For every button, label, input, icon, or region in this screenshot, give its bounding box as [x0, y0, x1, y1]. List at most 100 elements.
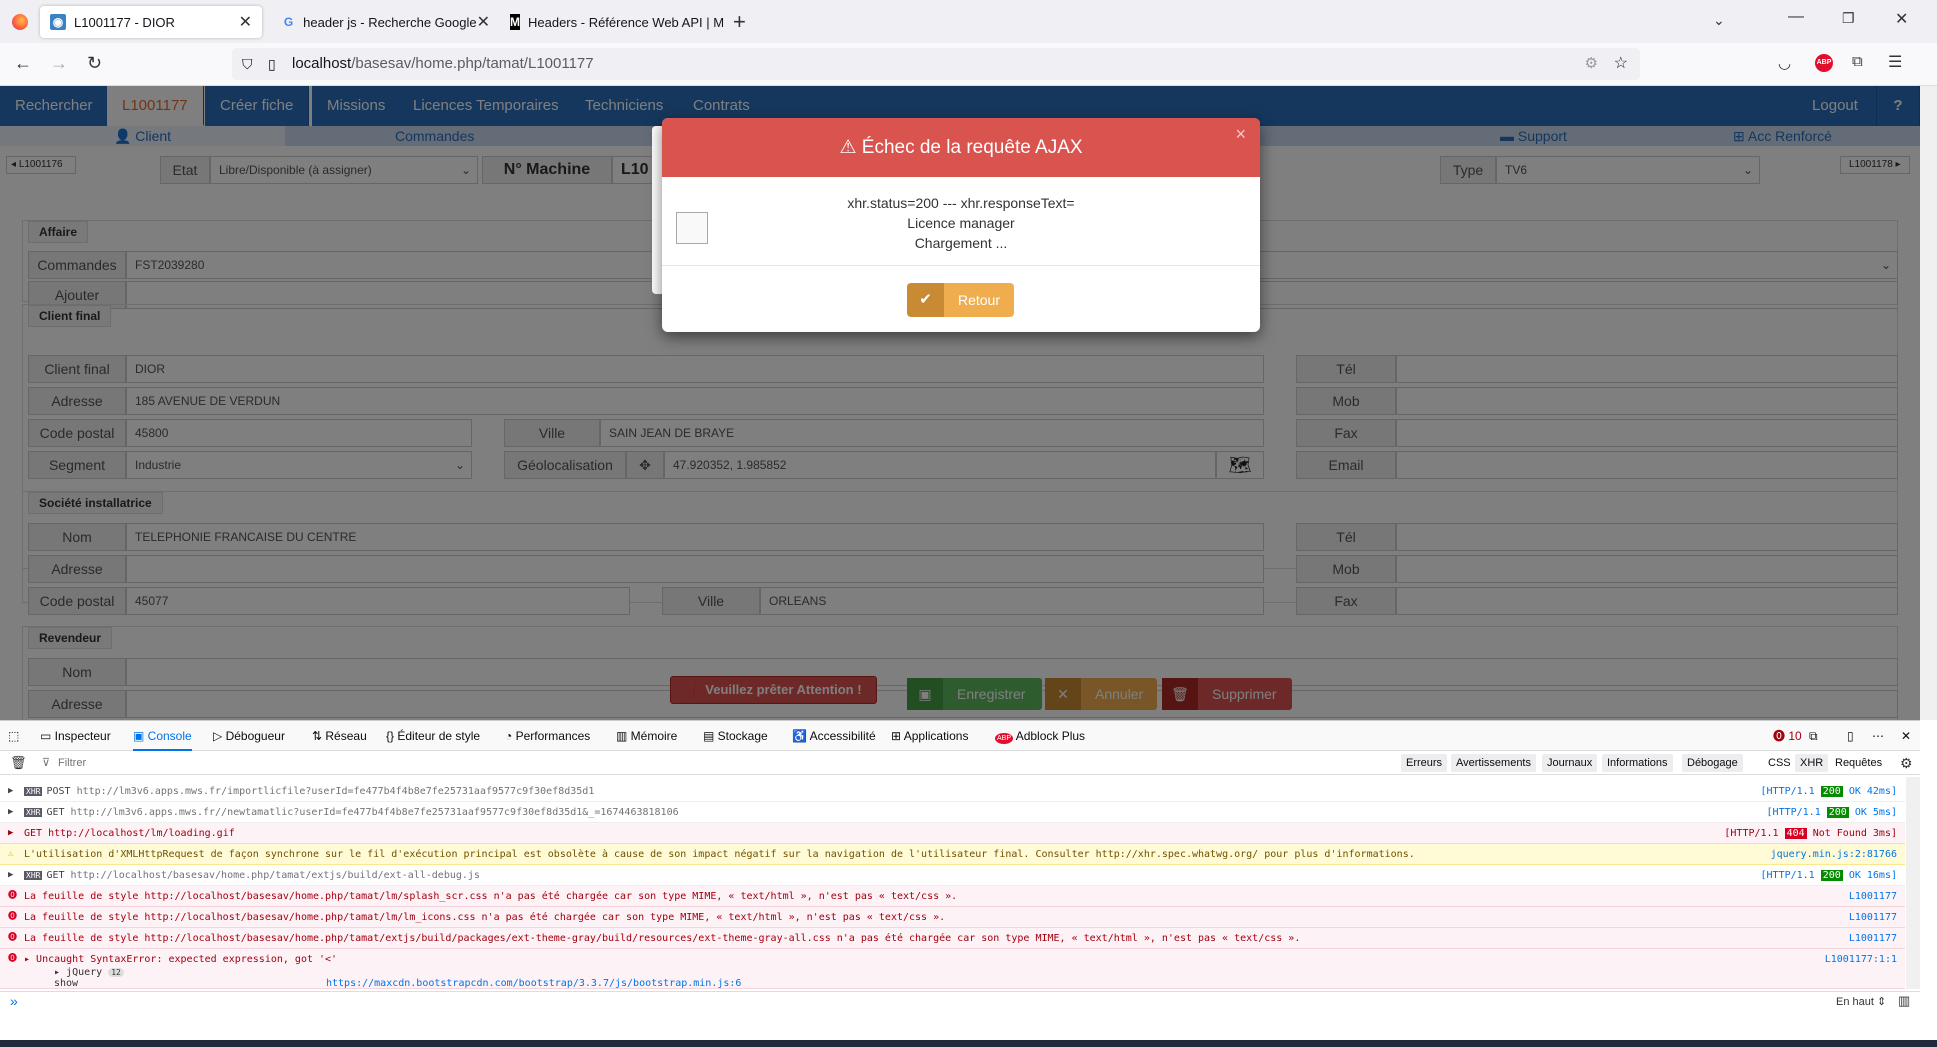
log-row[interactable]: ▶ XHR GET http://localhost/basesav/home.p… [0, 865, 1905, 886]
error-counter[interactable]: ⓿ 10 [1773, 721, 1802, 751]
tab-stockage[interactable]: ▤ Stockage [703, 721, 768, 751]
console-prompt[interactable]: » En haut ⇕ ▥ [0, 991, 1920, 1013]
tab-debogueur[interactable]: ▷ Débogueur [213, 721, 285, 751]
close-tab-icon[interactable]: ✕ [477, 12, 490, 32]
minimize-icon[interactable]: — [1788, 8, 1804, 26]
expand-arrow-icon[interactable]: ▶ [8, 865, 13, 885]
tab-applications[interactable]: ⊞ Applications [891, 721, 968, 751]
reload-icon[interactable]: ↻ [87, 53, 102, 74]
broken-image-icon [676, 212, 708, 244]
forward-icon[interactable]: → [50, 53, 68, 74]
page-scrollbar[interactable] [1920, 86, 1937, 720]
dock-icon[interactable]: ▯ [1847, 721, 1854, 751]
close-window-icon[interactable]: ✕ [1895, 9, 1908, 29]
browser-tab-mdn[interactable]: M Headers - Référence Web API | M [500, 6, 726, 38]
modal-body: xhr.status=200 --- xhr.responseText= Lic… [662, 177, 1260, 266]
close-tab-icon[interactable]: ✕ [239, 12, 252, 32]
tab-title: L1001177 - DIOR [74, 14, 175, 30]
tab-memoire[interactable]: ▥ Mémoire [616, 721, 677, 751]
pick-element-icon[interactable]: ⬚ [8, 721, 19, 751]
pocket-icon[interactable]: ◡ [1778, 54, 1791, 72]
error-icon: ⓿ [1773, 729, 1786, 743]
new-tab-icon[interactable]: + [733, 9, 746, 35]
tab-editeur-style[interactable]: {} Éditeur de style [386, 721, 480, 751]
os-taskbar [0, 1040, 1937, 1047]
browser-tab-dior[interactable]: ◉ L1001177 - DIOR ✕ [40, 6, 262, 38]
retour-label: Retour [944, 283, 1014, 317]
error-icon: ⓿ [8, 912, 18, 922]
list-tabs-icon[interactable]: ⌄ [1713, 12, 1725, 29]
filter-informations[interactable]: Informations [1602, 754, 1673, 772]
modal-line-title: Licence manager [907, 215, 1015, 231]
page-icon[interactable]: ▯ [268, 48, 276, 80]
browser-tab-bar: ◉ L1001177 - DIOR ✕ G header js - Recher… [0, 0, 1937, 43]
checkmark-icon: ✔ [907, 283, 944, 317]
log-row[interactable]: ⓿ La feuille de style http://localhost/b… [0, 886, 1905, 907]
filter-avertissements[interactable]: Avertissements [1451, 754, 1536, 772]
trash-icon[interactable]: 🗑 [10, 751, 27, 775]
shield-icon[interactable]: ⛉ [242, 48, 253, 80]
expand-arrow-icon[interactable]: ▶ [8, 802, 13, 822]
tab-console[interactable]: ▣ Console [133, 721, 192, 751]
log-row[interactable]: ▶ XHR GET http://lm3v6.apps.mws.fr//newta… [0, 802, 1905, 823]
modal-header: ⚠ Échec de la requête AJAX [662, 118, 1260, 177]
modal-title: Échec de la requête AJAX [861, 137, 1083, 158]
responsive-icon[interactable]: ⧉ [1809, 721, 1818, 751]
browser-tab-google[interactable]: G header js - Recherche Google ✕ [272, 6, 500, 38]
tab-performances[interactable]: ◔ Performances [505, 721, 590, 751]
log-row[interactable]: ⚠ L'utilisation d'XMLHttpRequest de faço… [0, 844, 1905, 865]
error-icon: ⓿ [8, 891, 18, 901]
log-row[interactable]: ▶ XHR POST http://lm3v6.apps.mws.fr/impor… [0, 781, 1905, 802]
retour-button[interactable]: ✔ Retour [907, 283, 1014, 317]
tab-reseau[interactable]: ⇅ Réseau [312, 721, 367, 751]
filter-xhr[interactable]: XHR [1795, 754, 1829, 772]
back-icon[interactable]: ← [14, 53, 32, 74]
devtools-panel: ⬚ ▭ Inspecteur ▣ Console ▷ Débogueur ⇅ R… [0, 720, 1920, 1047]
filter-icon: ⊽ [42, 757, 51, 769]
log-row[interactable]: ⓿ ▸ Uncaught SyntaxError: expected expre… [0, 949, 1905, 989]
filter-input[interactable]: Filtrer [58, 751, 86, 775]
filter-requetes[interactable]: Requêtes [1830, 754, 1887, 772]
settings-gear-icon[interactable]: ⚙ [1900, 751, 1913, 775]
extension-icon[interactable]: ⚙ [1585, 48, 1598, 80]
en-haut-select[interactable]: En haut ⇕ [1836, 995, 1886, 1008]
expand-arrow-icon[interactable]: ▶ [8, 823, 13, 843]
extensions-icon[interactable]: ⧉ [1852, 53, 1863, 70]
modal-line-loading: Chargement ... [914, 235, 1008, 251]
tab-accessibilite[interactable]: ♿ Accessibilité [792, 721, 876, 751]
modal-line-status: xhr.status=200 --- xhr.responseText= [847, 195, 1075, 211]
log-row[interactable]: ⓿ La feuille de style http://localhost/b… [0, 928, 1905, 949]
expand-arrow-icon[interactable]: ▶ [8, 781, 13, 801]
url-path: /basesav/home.php/tamat/L1001177 [351, 55, 594, 72]
tab-adblock-plus[interactable]: ABP Adblock Plus [995, 721, 1085, 751]
mdn-icon: M [510, 14, 520, 30]
filter-debogage[interactable]: Débogage [1682, 754, 1743, 772]
filter-css[interactable]: CSS [1763, 754, 1796, 772]
log-row[interactable]: ⓿ La feuille de style http://localhost/b… [0, 907, 1905, 928]
trace-show: show [54, 978, 79, 989]
close-icon[interactable]: × [1235, 124, 1246, 145]
site-favicon-icon: ◉ [50, 14, 66, 30]
more-icon[interactable]: ⋯ [1872, 721, 1884, 751]
bookmark-star-icon[interactable]: ☆ [1614, 48, 1628, 80]
menu-icon[interactable]: ☰ [1888, 52, 1902, 72]
url-bar[interactable]: ⛉ ▯ localhost/basesav/home.php/tamat/L10… [232, 48, 1640, 80]
adblock-icon[interactable]: ABP [1815, 54, 1833, 72]
tab-title: header js - Recherche Google [303, 14, 477, 30]
filter-erreurs[interactable]: Erreurs [1401, 754, 1448, 772]
error-icon: ⓿ [8, 933, 18, 943]
tab-inspecteur[interactable]: ▭ Inspecteur [40, 721, 111, 751]
console-filter-bar: 🗑 ⊽ Filtrer Erreurs Avertissements Journ… [0, 751, 1920, 775]
trace-show-source[interactable]: https://maxcdn.bootstrapcdn.com/bootstra… [326, 979, 741, 989]
close-devtools-icon[interactable]: ✕ [1901, 721, 1911, 751]
console-scrollbar[interactable] [1906, 777, 1920, 989]
prompt-chevron-icon: » [10, 993, 18, 1009]
ajax-error-modal: ⚠ Échec de la requête AJAX × xhr.status=… [662, 118, 1260, 332]
split-console-icon[interactable]: ▥ [1898, 993, 1910, 1009]
warning-icon: ⚠ [839, 137, 857, 158]
firefox-icon[interactable] [12, 14, 28, 30]
devtools-tab-bar: ⬚ ▭ Inspecteur ▣ Console ▷ Débogueur ⇅ R… [0, 721, 1920, 751]
filter-journaux[interactable]: Journaux [1542, 754, 1598, 772]
log-row[interactable]: ▶ GET http://localhost/lm/loading.gif [H… [0, 823, 1905, 844]
restore-icon[interactable]: ❐ [1842, 10, 1855, 27]
